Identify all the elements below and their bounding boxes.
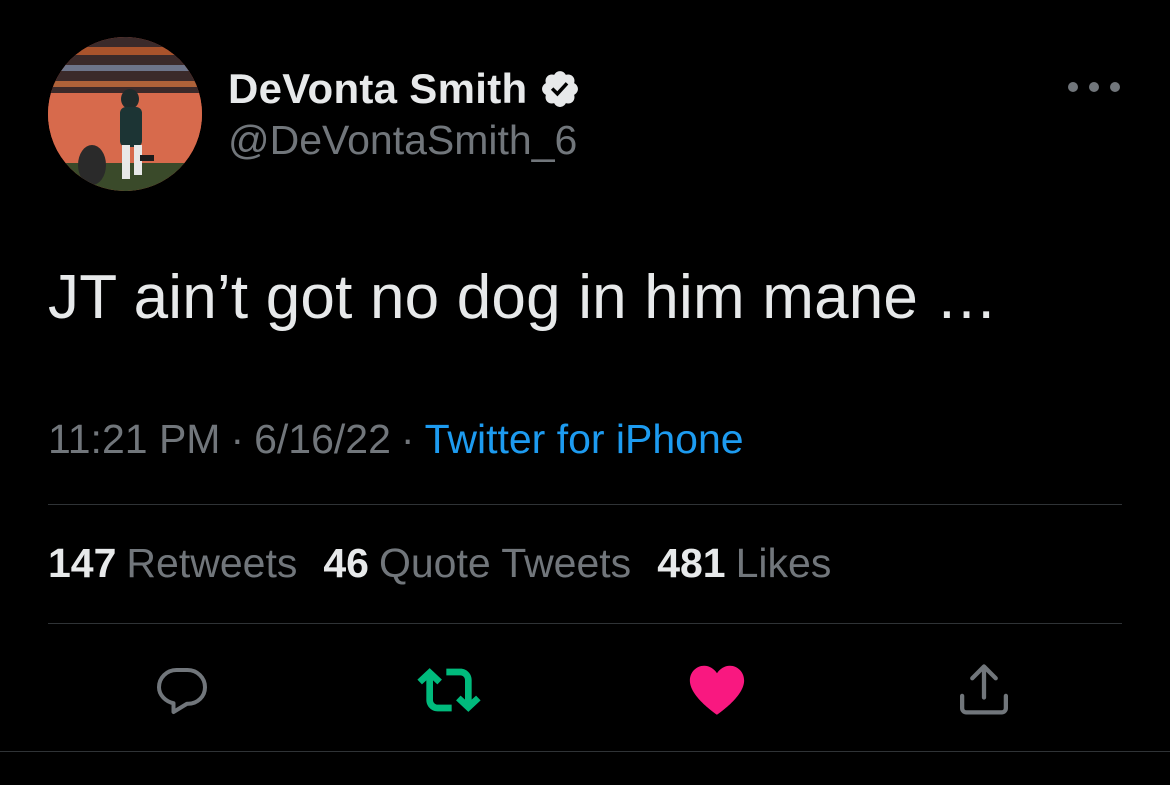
divider bbox=[48, 504, 1122, 505]
like-heart-icon bbox=[689, 665, 745, 715]
tweet-detail: DeVonta Smith @DeVontaSmith_6 JT ain’t g… bbox=[0, 0, 1170, 785]
more-options-button[interactable] bbox=[1068, 70, 1120, 104]
divider bbox=[48, 623, 1122, 624]
retweets-count: 147 bbox=[48, 540, 117, 586]
author-name-row[interactable]: DeVonta Smith bbox=[228, 62, 581, 116]
share-button[interactable] bbox=[952, 658, 1016, 722]
retweets-label: Retweets bbox=[126, 540, 298, 586]
more-horizontal-icon-dot bbox=[1110, 82, 1120, 92]
reply-button[interactable] bbox=[150, 658, 214, 722]
retweet-icon bbox=[417, 668, 481, 712]
quote-tweets-stat[interactable]: 46 Quote Tweets bbox=[323, 540, 631, 587]
tweet-source-link[interactable]: Twitter for iPhone bbox=[425, 416, 744, 462]
more-horizontal-icon bbox=[1068, 82, 1078, 92]
more-horizontal-icon-dot bbox=[1089, 82, 1099, 92]
avatar-image bbox=[48, 37, 202, 191]
author-display-name[interactable]: DeVonta Smith bbox=[228, 65, 527, 113]
likes-count: 481 bbox=[657, 540, 726, 586]
like-button[interactable] bbox=[685, 658, 749, 722]
meta-separator: · bbox=[400, 416, 415, 462]
quote-tweets-count: 46 bbox=[323, 540, 369, 586]
meta-separator: · bbox=[230, 416, 245, 462]
share-icon bbox=[960, 664, 1008, 715]
tweet-date[interactable]: 6/16/22 bbox=[254, 416, 391, 462]
retweets-stat[interactable]: 147 Retweets bbox=[48, 540, 297, 587]
reply-icon bbox=[157, 668, 207, 714]
tweet-meta: 11:21 PM · 6/16/22 · Twitter for iPhone bbox=[48, 416, 744, 463]
divider bbox=[0, 751, 1170, 752]
tweet-time[interactable]: 11:21 PM bbox=[48, 416, 220, 462]
retweet-button[interactable] bbox=[417, 658, 481, 722]
tweet-stats: 147 Retweets 46 Quote Tweets 481 Likes bbox=[48, 540, 857, 587]
tweet-text: JT ain’t got no dog in him mane … bbox=[48, 263, 998, 332]
author-handle[interactable]: @DeVontaSmith_6 bbox=[228, 117, 577, 164]
avatar[interactable] bbox=[48, 37, 202, 191]
quote-tweets-label: Quote Tweets bbox=[378, 540, 632, 586]
likes-label: Likes bbox=[735, 540, 832, 586]
likes-stat[interactable]: 481 Likes bbox=[657, 540, 831, 587]
verified-badge-icon bbox=[539, 68, 581, 110]
